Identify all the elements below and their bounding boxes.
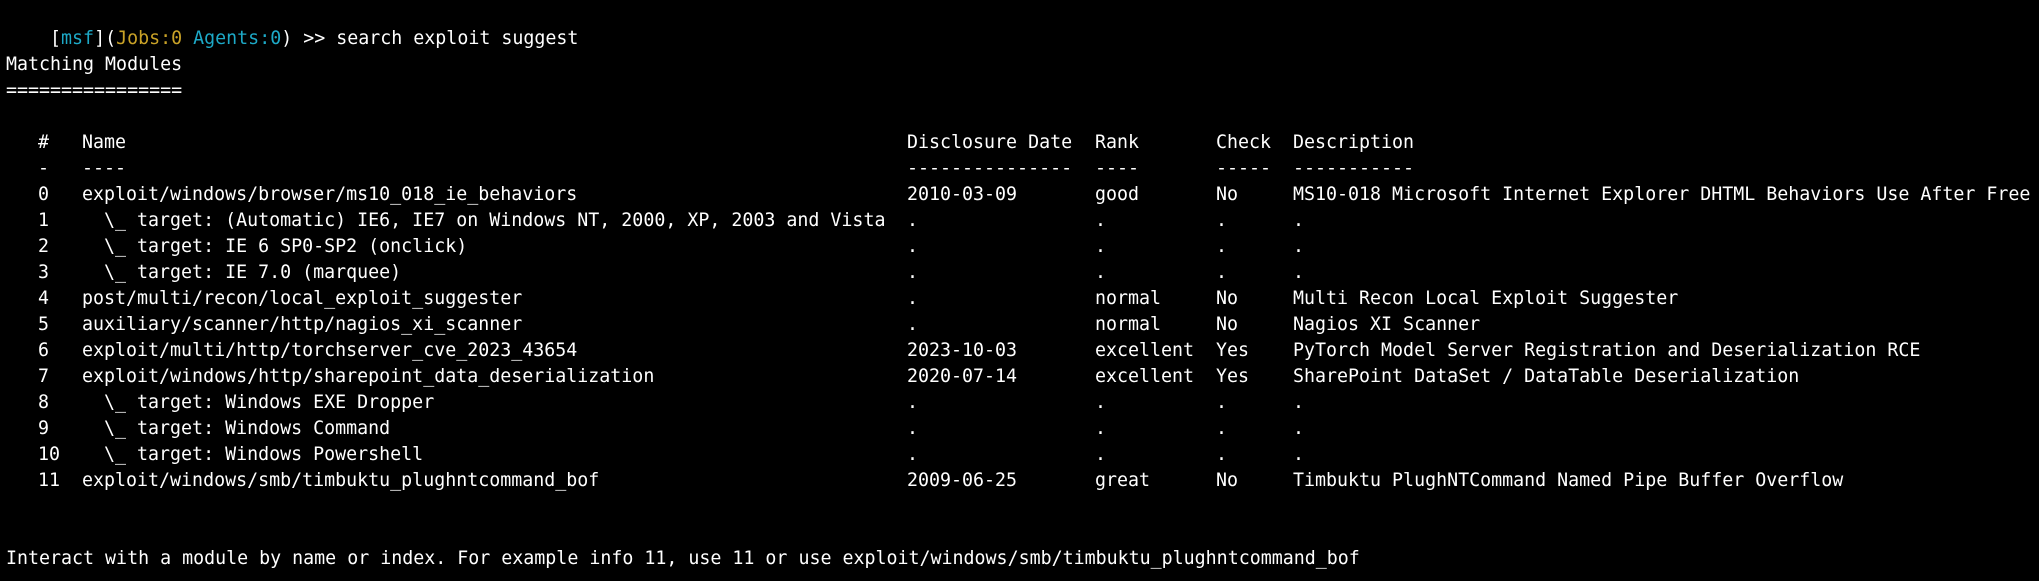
row-desc: Nagios XI Scanner [1293,314,1481,335]
row-rank: great [1095,470,1151,491]
prompt-agents-value: :0 [259,28,282,49]
row-desc: . [1293,392,1305,413]
row-date: 2009-06-25 [907,470,1018,491]
prompt-jobs: Jobs [116,28,161,49]
terminal-window[interactable]: [msf](Jobs:0 Agents:0) >> search exploit… [0,0,2039,581]
interaction-hint: Interact with a module by name or index.… [6,548,1360,569]
row-num: 0 [38,184,50,205]
row-rank: . [1095,444,1107,465]
prompt-suffix: ) >> [281,28,337,49]
prompt-jobs-value: :0 [160,28,194,49]
row-rank: . [1095,262,1107,283]
separator-check: ----- [1216,158,1272,179]
header-rank: Rank [1095,132,1140,153]
row-rank: . [1095,418,1107,439]
header-desc: Description [1293,132,1415,153]
separator-date: --------------- [907,158,1073,179]
row-rank: excellent [1095,366,1195,387]
separator-rank: ---- [1095,158,1140,179]
row-num: 11 [38,470,61,491]
row-num: 1 [38,210,50,231]
row-date: 2023-10-03 [907,340,1018,361]
row-check: . [1216,444,1228,465]
row-desc: SharePoint DataSet / DataTable Deseriali… [1293,366,1800,387]
separator-num: - [38,158,50,179]
row-name: exploit/windows/browser/ms10_018_ie_beha… [82,184,578,205]
row-num: 5 [38,314,50,335]
row-date: . [907,262,919,283]
header-num: # [38,132,50,153]
section-title: Matching Modules [6,54,183,75]
prompt-close-bracket: ]( [94,28,117,49]
row-date: . [907,392,919,413]
row-name: exploit/windows/smb/timbuktu_plughntcomm… [82,470,600,491]
row-desc: Multi Recon Local Exploit Suggester [1293,288,1679,309]
prompt-msf: msf [61,28,95,49]
row-name: \_ target: Windows Powershell [82,444,424,465]
row-num: 8 [38,392,50,413]
row-name: \_ target: (Automatic) IE6, IE7 on Windo… [82,210,886,231]
row-desc: . [1293,236,1305,257]
prompt-open-bracket: [ [50,28,62,49]
row-check: No [1216,184,1239,205]
row-desc: Timbuktu PlughNTCommand Named Pipe Buffe… [1293,470,1844,491]
section-underline: ================ [6,80,183,101]
header-name: Name [82,132,127,153]
row-num: 7 [38,366,50,387]
row-name: exploit/multi/http/torchserver_cve_2023_… [82,340,578,361]
row-rank: . [1095,392,1107,413]
row-num: 10 [38,444,61,465]
row-desc: . [1293,210,1305,231]
row-num: 3 [38,262,50,283]
row-name: \_ target: IE 6 SP0-SP2 (onclick) [82,236,468,257]
row-date: . [907,236,919,257]
row-num: 9 [38,418,50,439]
row-name: auxiliary/scanner/http/nagios_xi_scanner [82,314,523,335]
header-date: Disclosure Date [907,132,1073,153]
command-text: search exploit suggest [336,28,579,49]
row-name: \_ target: IE 7.0 (marquee) [82,262,402,283]
row-rank: excellent [1095,340,1195,361]
row-desc: . [1293,262,1305,283]
row-check: No [1216,288,1239,309]
row-desc: . [1293,444,1305,465]
row-name: \_ target: Windows Command [82,418,391,439]
prompt-agents: Agents [193,28,260,49]
row-check: Yes [1216,340,1250,361]
prompt-line: [msf](Jobs:0 Agents:0) >> search exploit… [6,0,578,49]
row-num: 4 [38,288,50,309]
row-date: . [907,314,919,335]
row-date: . [907,288,919,309]
row-rank: normal [1095,288,1162,309]
row-date: . [907,210,919,231]
row-rank: . [1095,210,1107,231]
row-name: post/multi/recon/local_exploit_suggester [82,288,523,309]
row-date: . [907,444,919,465]
row-desc: . [1293,418,1305,439]
row-check: No [1216,314,1239,335]
row-rank: normal [1095,314,1162,335]
row-check: . [1216,236,1228,257]
row-desc: MS10-018 Microsoft Internet Explorer DHT… [1293,184,2031,205]
row-rank: . [1095,236,1107,257]
row-num: 2 [38,236,50,257]
row-rank: good [1095,184,1140,205]
row-name: \_ target: Windows EXE Dropper [82,392,435,413]
row-desc: PyTorch Model Server Registration and De… [1293,340,1921,361]
separator-desc: ----------- [1293,158,1415,179]
row-check: . [1216,418,1228,439]
row-num: 6 [38,340,50,361]
row-check: . [1216,262,1228,283]
header-check: Check [1216,132,1272,153]
separator-name: ---- [82,158,127,179]
row-date: 2010-03-09 [907,184,1018,205]
row-name: exploit/windows/http/sharepoint_data_des… [82,366,655,387]
row-check: No [1216,470,1239,491]
row-date: 2020-07-14 [907,366,1018,387]
row-check: . [1216,392,1228,413]
row-date: . [907,418,919,439]
row-check: . [1216,210,1228,231]
row-check: Yes [1216,366,1250,387]
